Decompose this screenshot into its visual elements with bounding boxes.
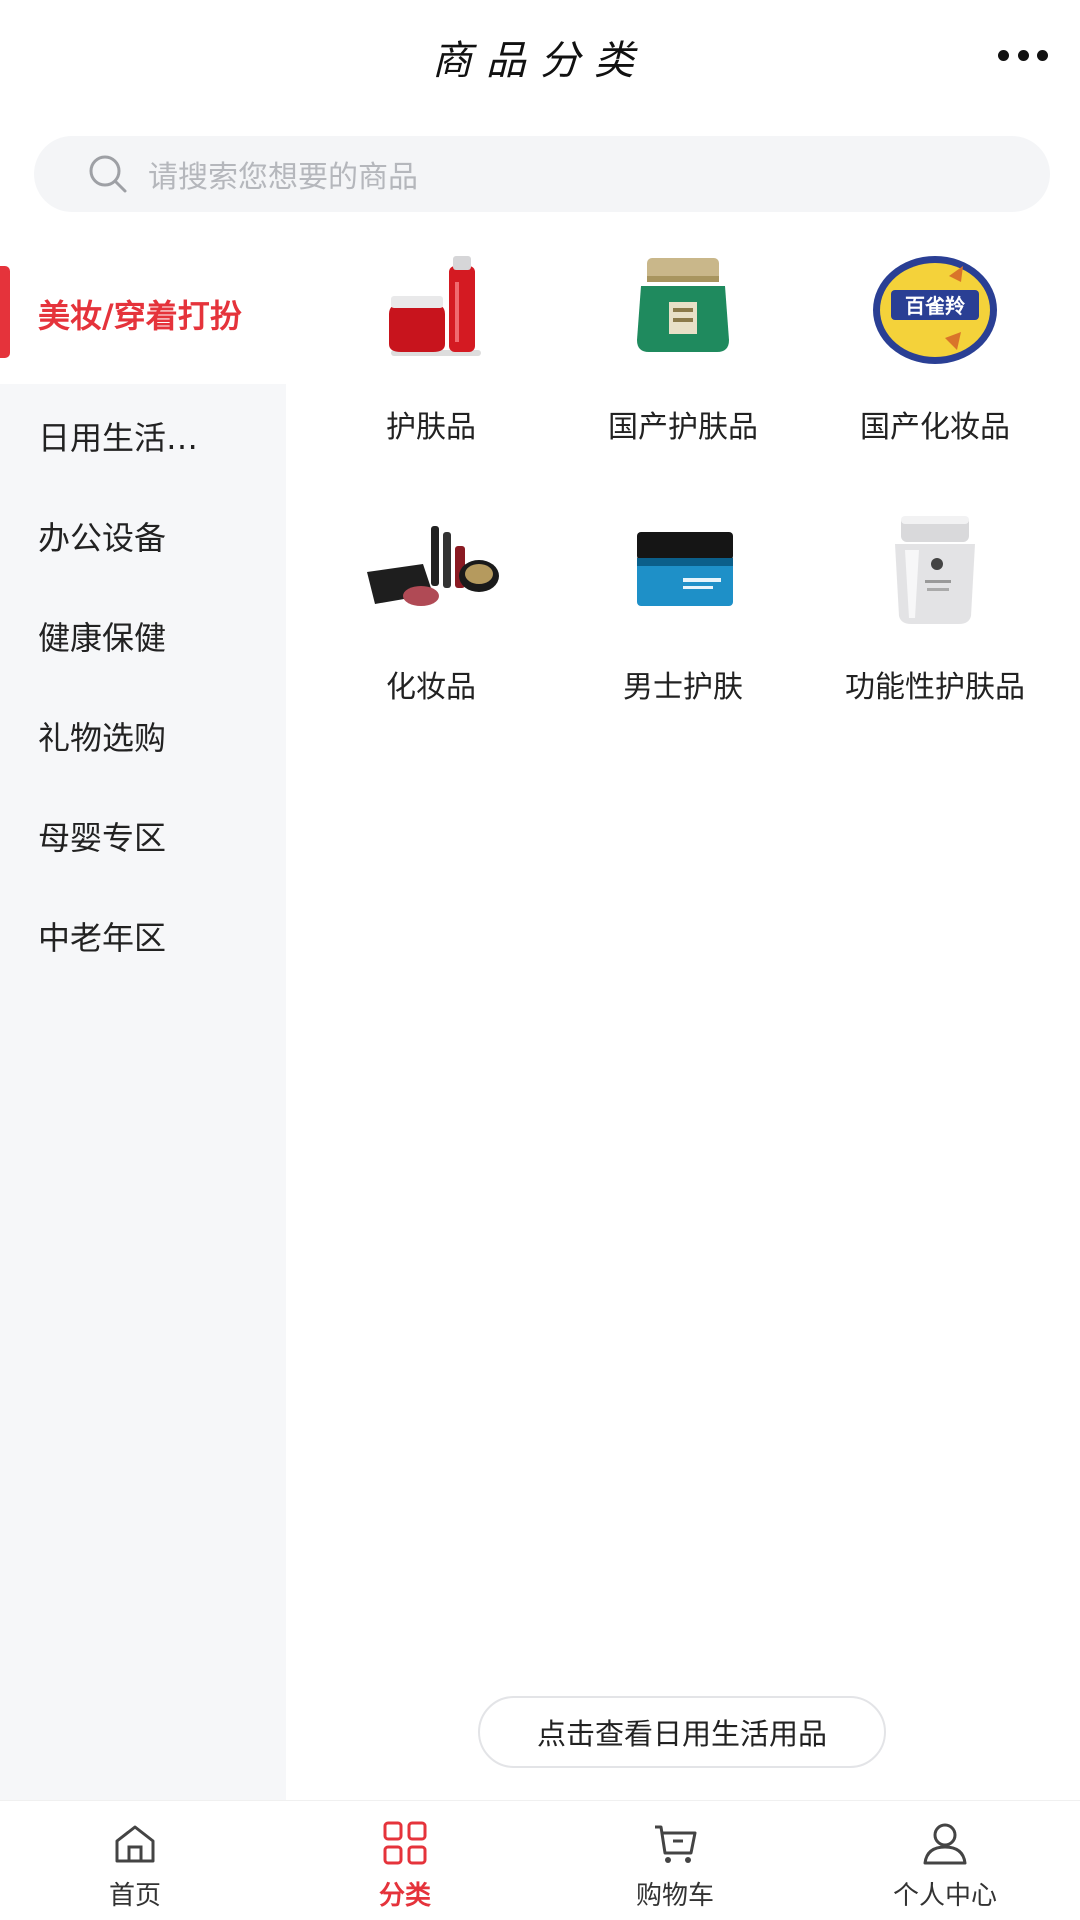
tab-profile[interactable]: 个人中心 <box>810 1801 1080 1920</box>
sidebar-item-label: 中老年区 <box>38 919 167 957</box>
search-input[interactable]: 请搜索您想要的商品 <box>34 136 1050 212</box>
domestic-cosmetics-logo-image: 百雀羚 <box>873 256 997 364</box>
sidebar-item-label: 日用生活… <box>38 419 199 457</box>
sidebar-item-label: 母婴专区 <box>38 819 167 857</box>
sidebar-item-mother-baby[interactable]: 母婴专区 <box>0 786 286 886</box>
subcategory-functional-skincare[interactable]: 功能性护肤品 <box>810 512 1060 706</box>
tab-cart[interactable]: 购物车 <box>540 1801 810 1920</box>
sidebar-item-label: 办公设备 <box>38 519 167 557</box>
home-icon <box>115 1825 155 1863</box>
user-icon <box>923 1823 967 1865</box>
functional-skincare-jar-image <box>895 516 975 624</box>
tab-label: 购物车 <box>635 1881 714 1911</box>
domestic-skincare-jar-image <box>637 258 729 352</box>
active-indicator <box>0 266 10 358</box>
subcategory-label: 国产化妆品 <box>860 410 1010 445</box>
tab-home[interactable]: 首页 <box>0 1801 270 1920</box>
svg-text:百雀羚: 百雀羚 <box>905 294 966 318</box>
subcategory-label: 国产护肤品 <box>608 410 758 445</box>
category-grid-icon <box>383 1821 427 1865</box>
makeup-set-image <box>367 526 499 606</box>
more-icon[interactable] <box>998 48 1048 62</box>
page-title: 商品分类 <box>432 38 648 84</box>
sidebar-item-seniors[interactable]: 中老年区 <box>0 886 286 986</box>
sidebar-item-label: 礼物选购 <box>38 719 167 757</box>
sidebar-item-beauty[interactable]: 美妆/穿着打扮 <box>0 248 286 384</box>
subcategory-domestic-skincare[interactable]: 国产护肤品 <box>558 252 808 446</box>
view-next-category-button[interactable]: 点击查看日用生活用品 <box>478 1696 886 1768</box>
subcategory-skincare[interactable]: 护肤品 <box>306 252 556 446</box>
category-sidebar: 美妆/穿着打扮 日用生活… 办公设备 健康保健 礼物选购 母婴专区 中老年区 <box>0 248 286 1800</box>
tab-category[interactable]: 分类 <box>270 1801 540 1920</box>
skincare-product-image <box>389 256 481 356</box>
subcategory-cosmetics[interactable]: 化妆品 <box>306 512 556 706</box>
subcategory-domestic-cosmetics[interactable]: 百雀羚 国产化妆品 <box>810 252 1060 446</box>
sidebar-item-label: 健康保健 <box>38 619 167 657</box>
bottom-tab-bar: 首页 分类 购物车 个人中心 <box>0 1800 1080 1920</box>
subcategory-label: 化妆品 <box>386 670 476 705</box>
mens-skincare-jar-image <box>637 532 733 606</box>
subcategory-mens-skincare[interactable]: 男士护肤 <box>558 512 808 706</box>
subcategory-label: 护肤品 <box>386 410 476 445</box>
sidebar-item-gifts[interactable]: 礼物选购 <box>0 686 286 786</box>
sidebar-item-label: 美妆/穿着打扮 <box>38 297 242 335</box>
top-bar: 商品分类 <box>0 0 1080 118</box>
sidebar-item-office[interactable]: 办公设备 <box>0 486 286 586</box>
tab-label: 首页 <box>108 1881 161 1911</box>
sidebar-item-health[interactable]: 健康保健 <box>0 586 286 686</box>
cart-icon <box>655 1825 697 1863</box>
search-icon <box>89 155 127 193</box>
search-placeholder: 请搜索您想要的商品 <box>148 160 418 195</box>
subcategory-label: 男士护肤 <box>623 670 743 705</box>
subcategory-label: 功能性护肤品 <box>845 670 1025 705</box>
tab-label: 分类 <box>378 1881 431 1911</box>
sidebar-item-daily-life[interactable]: 日用生活… <box>0 386 286 486</box>
tab-label: 个人中心 <box>892 1881 997 1911</box>
